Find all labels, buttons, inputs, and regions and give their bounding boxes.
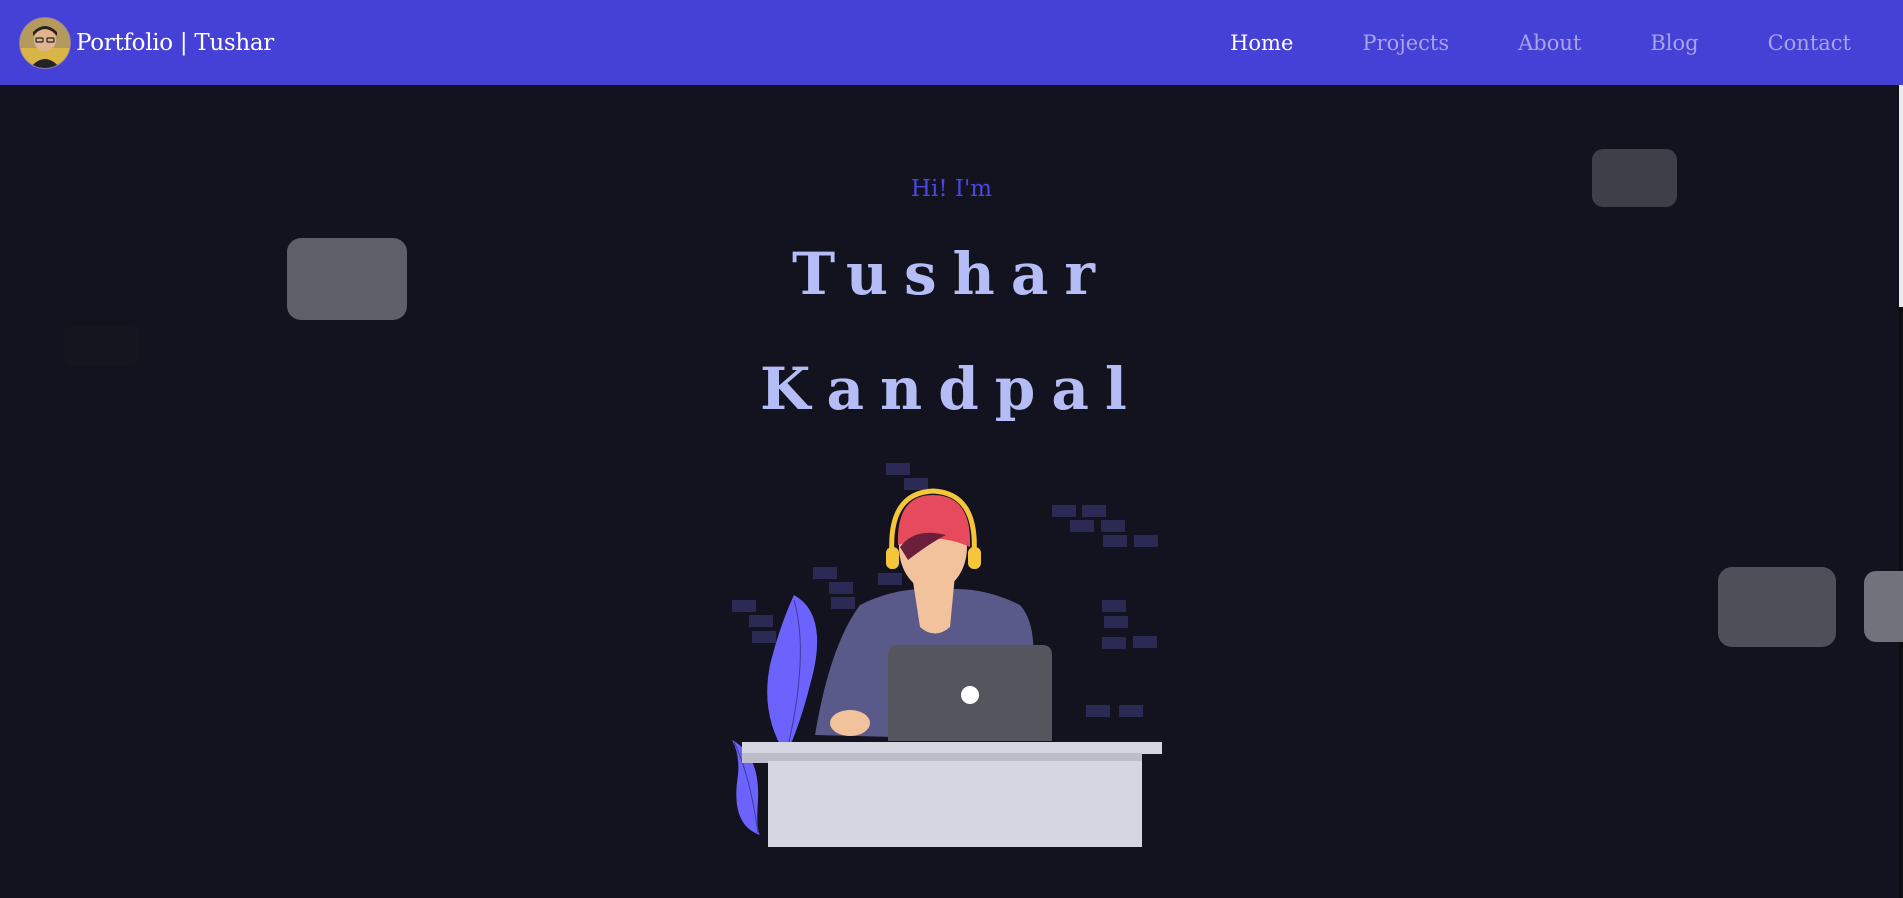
hero-last-name: Kandpal	[760, 355, 1143, 423]
brand-link[interactable]: Portfolio | Tushar	[19, 16, 274, 69]
nav-link-projects[interactable]: Projects	[1362, 31, 1449, 55]
nav-links: Home Projects About Blog Contact	[1161, 0, 1851, 85]
hero-first-name: Tushar	[792, 240, 1111, 308]
hero-greeting: Hi! I'm	[910, 176, 993, 202]
floating-square-decoration	[1864, 571, 1903, 642]
avatar	[19, 16, 71, 69]
nav-link-blog[interactable]: Blog	[1650, 31, 1698, 55]
developer-illustration	[720, 455, 1180, 860]
nav-link-home[interactable]: Home	[1230, 31, 1293, 55]
nav-link-contact[interactable]: Contact	[1768, 31, 1851, 55]
brand-name: Portfolio | Tushar	[76, 29, 274, 56]
floating-square-decoration	[1718, 567, 1836, 647]
scrollbar[interactable]	[1899, 85, 1903, 898]
top-navbar: Portfolio | Tushar Home Projects About B…	[0, 0, 1903, 85]
nav-link-about[interactable]: About	[1518, 31, 1581, 55]
